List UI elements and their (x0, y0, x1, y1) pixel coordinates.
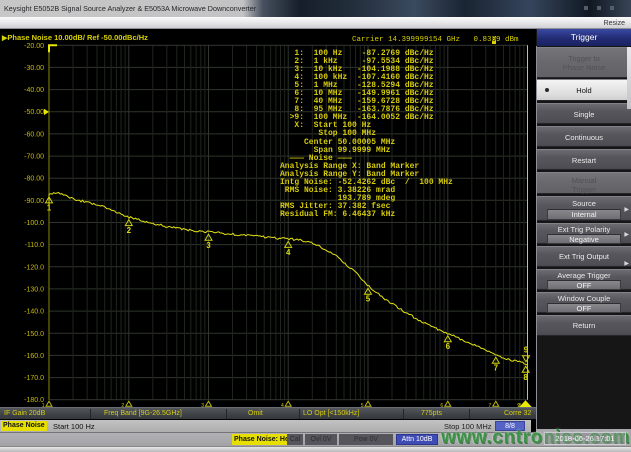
svg-text:2: 2 (127, 226, 132, 235)
svg-text:-50.00: -50.00 (24, 109, 44, 116)
svg-text:-170.0: -170.0 (24, 375, 44, 382)
svg-text:8: 8 (523, 373, 528, 382)
svg-text:-160.0: -160.0 (24, 353, 44, 360)
svg-text:5: 5 (366, 295, 371, 304)
svg-text:-60.00: -60.00 (24, 131, 44, 138)
svg-text:-70.00: -70.00 (24, 154, 44, 161)
svg-text:3: 3 (206, 241, 211, 250)
svg-text:-90.00: -90.00 (24, 198, 44, 205)
svg-text:-140.0: -140.0 (24, 309, 44, 316)
svg-text:-80.00: -80.00 (24, 176, 44, 183)
svg-text:-20.00: -20.00 (24, 43, 44, 50)
svg-text:-40.00: -40.00 (24, 87, 44, 94)
svg-text:9: 9 (524, 345, 529, 354)
svg-text:-100.0: -100.0 (24, 220, 44, 227)
svg-text:-150.0: -150.0 (24, 331, 44, 338)
svg-text:4: 4 (286, 248, 291, 257)
svg-text:-120.0: -120.0 (24, 264, 44, 271)
svg-text:1: 1 (47, 203, 52, 212)
svg-text:7: 7 (494, 364, 499, 373)
svg-text:-130.0: -130.0 (24, 286, 44, 293)
svg-text:-110.0: -110.0 (25, 242, 44, 249)
svg-text:6: 6 (446, 342, 451, 351)
svg-text:-30.00: -30.00 (24, 65, 44, 72)
